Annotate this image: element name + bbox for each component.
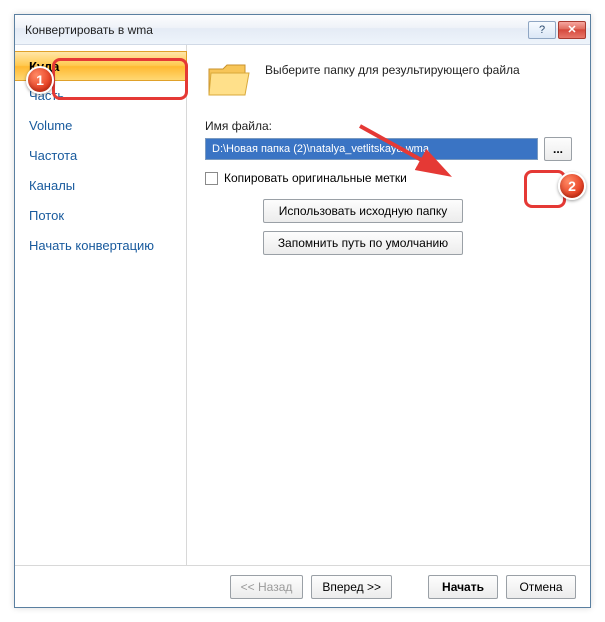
sidebar-item-frequency[interactable]: Частота xyxy=(15,141,186,171)
dialog-window: Конвертировать в wma ? ✕ Куда Часть Volu… xyxy=(14,14,591,608)
forward-button[interactable]: Вперед >> xyxy=(311,575,392,599)
remember-default-button[interactable]: Запомнить путь по умолчанию xyxy=(263,231,463,255)
filename-label: Имя файла: xyxy=(205,119,572,133)
main-panel: Выберите папку для результирующего файла… xyxy=(187,45,590,565)
titlebar: Конвертировать в wma ? ✕ xyxy=(15,15,590,45)
sidebar-item-stream[interactable]: Поток xyxy=(15,201,186,231)
copy-tags-label: Копировать оригинальные метки xyxy=(224,171,407,185)
content-area: Куда Часть Volume Частота Каналы Поток Н… xyxy=(15,45,590,565)
use-source-folder-button[interactable]: Использовать исходную папку xyxy=(263,199,463,223)
browse-button[interactable]: ... xyxy=(544,137,572,161)
annotation-marker-2: 2 xyxy=(558,172,586,200)
sidebar-item-volume[interactable]: Volume xyxy=(15,111,186,141)
copy-tags-row[interactable]: Копировать оригинальные метки xyxy=(205,171,572,185)
heading-text: Выберите папку для результирующего файла xyxy=(265,59,520,79)
sidebar: Куда Часть Volume Частота Каналы Поток Н… xyxy=(15,45,187,565)
start-button[interactable]: Начать xyxy=(428,575,498,599)
path-row: ... xyxy=(205,137,572,161)
copy-tags-checkbox[interactable] xyxy=(205,172,218,185)
folder-icon xyxy=(205,59,253,101)
window-title: Конвертировать в wma xyxy=(25,23,526,37)
cancel-button[interactable]: Отмена xyxy=(506,575,576,599)
help-button[interactable]: ? xyxy=(528,21,556,39)
heading-row: Выберите папку для результирующего файла xyxy=(205,59,572,101)
sidebar-item-channels[interactable]: Каналы xyxy=(15,171,186,201)
filename-input[interactable] xyxy=(205,138,538,160)
close-button[interactable]: ✕ xyxy=(558,21,586,39)
annotation-marker-1: 1 xyxy=(26,66,54,94)
sidebar-item-start-conversion[interactable]: Начать конвертацию xyxy=(15,231,186,261)
back-button: << Назад xyxy=(230,575,304,599)
footer: << Назад Вперед >> Начать Отмена xyxy=(15,565,590,607)
